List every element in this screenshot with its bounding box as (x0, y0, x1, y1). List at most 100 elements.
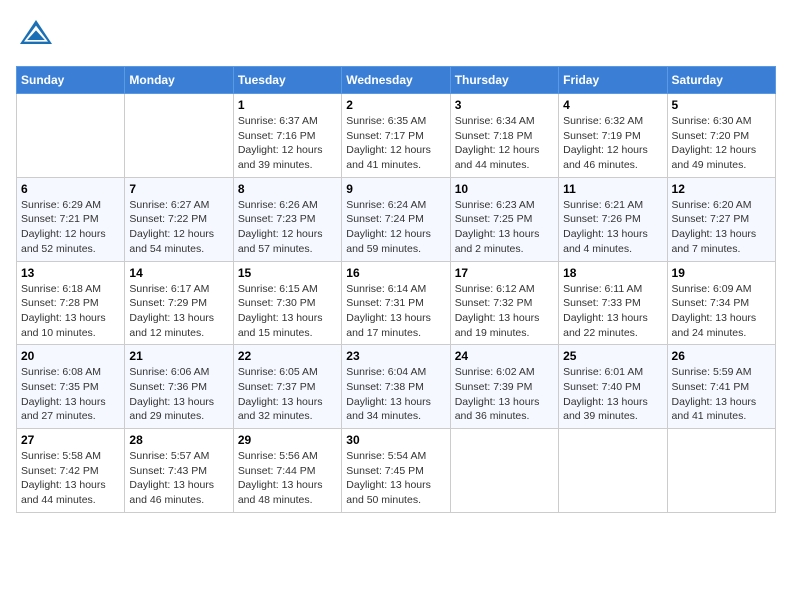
day-number: 24 (455, 349, 554, 363)
calendar-cell: 24 Sunrise: 6:02 AM Sunset: 7:39 PM Dayli… (450, 345, 558, 429)
calendar-cell (450, 429, 558, 513)
day-number: 12 (672, 182, 771, 196)
calendar-cell: 12 Sunrise: 6:20 AM Sunset: 7:27 PM Dayli… (667, 177, 775, 261)
calendar-cell: 22Sunrise: 6:05 AM Sunset: 7:37 PM Dayli… (233, 345, 341, 429)
day-info: Sunrise: 6:04 AM Sunset: 7:38 PM Dayligh… (346, 365, 445, 424)
day-info: Sunrise: 6:15 AM Sunset: 7:30 PM Dayligh… (238, 282, 337, 341)
day-info: Sunrise: 5:57 AM Sunset: 7:43 PM Dayligh… (129, 449, 228, 508)
calendar-day-header: Tuesday (233, 67, 341, 94)
day-info: Sunrise: 6:37 AM Sunset: 7:16 PM Dayligh… (238, 114, 337, 173)
calendar-cell: 4 Sunrise: 6:32 AM Sunset: 7:19 PM Daylig… (559, 94, 667, 178)
day-info: Sunrise: 6:18 AM Sunset: 7:28 PM Dayligh… (21, 282, 120, 341)
day-number: 14 (129, 266, 228, 280)
day-number: 19 (672, 266, 771, 280)
day-info: Sunrise: 5:59 AM Sunset: 7:41 PM Dayligh… (672, 365, 771, 424)
day-number: 27 (21, 433, 120, 447)
day-info: Sunrise: 6:11 AM Sunset: 7:33 PM Dayligh… (563, 282, 662, 341)
day-number: 2 (346, 98, 445, 112)
day-number: 8 (238, 182, 337, 196)
calendar-cell (559, 429, 667, 513)
day-info: Sunrise: 6:05 AM Sunset: 7:37 PM Dayligh… (238, 365, 337, 424)
calendar-cell: 23 Sunrise: 6:04 AM Sunset: 7:38 PM Dayli… (342, 345, 450, 429)
calendar-cell: 11 Sunrise: 6:21 AM Sunset: 7:26 PM Dayli… (559, 177, 667, 261)
day-number: 7 (129, 182, 228, 196)
day-number: 23 (346, 349, 445, 363)
day-number: 29 (238, 433, 337, 447)
calendar-cell: 18 Sunrise: 6:11 AM Sunset: 7:33 PM Dayli… (559, 261, 667, 345)
calendar-day-header: Friday (559, 67, 667, 94)
day-info: Sunrise: 6:09 AM Sunset: 7:34 PM Dayligh… (672, 282, 771, 341)
calendar-cell: 25 Sunrise: 6:01 AM Sunset: 7:40 PM Dayli… (559, 345, 667, 429)
calendar-cell: 14 Sunrise: 6:17 AM Sunset: 7:29 PM Dayli… (125, 261, 233, 345)
day-number: 10 (455, 182, 554, 196)
calendar-cell: 26 Sunrise: 5:59 AM Sunset: 7:41 PM Dayli… (667, 345, 775, 429)
day-number: 26 (672, 349, 771, 363)
day-info: Sunrise: 5:56 AM Sunset: 7:44 PM Dayligh… (238, 449, 337, 508)
calendar-cell: 3 Sunrise: 6:34 AM Sunset: 7:18 PM Daylig… (450, 94, 558, 178)
day-number: 6 (21, 182, 120, 196)
day-number: 4 (563, 98, 662, 112)
day-info: Sunrise: 6:30 AM Sunset: 7:20 PM Dayligh… (672, 114, 771, 173)
day-info: Sunrise: 6:08 AM Sunset: 7:35 PM Dayligh… (21, 365, 120, 424)
calendar-cell: 27 Sunrise: 5:58 AM Sunset: 7:42 PM Dayli… (17, 429, 125, 513)
calendar-cell: 13 Sunrise: 6:18 AM Sunset: 7:28 PM Dayli… (17, 261, 125, 345)
day-info: Sunrise: 6:21 AM Sunset: 7:26 PM Dayligh… (563, 198, 662, 257)
calendar-cell: 29 Sunrise: 5:56 AM Sunset: 7:44 PM Dayli… (233, 429, 341, 513)
day-number: 18 (563, 266, 662, 280)
calendar-cell: 7 Sunrise: 6:27 AM Sunset: 7:22 PM Daylig… (125, 177, 233, 261)
day-info: Sunrise: 6:34 AM Sunset: 7:18 PM Dayligh… (455, 114, 554, 173)
calendar-table: SundayMondayTuesdayWednesdayThursdayFrid… (16, 66, 776, 513)
logo-icon (16, 16, 56, 56)
day-number: 15 (238, 266, 337, 280)
calendar-day-header: Wednesday (342, 67, 450, 94)
calendar-week-row: 27 Sunrise: 5:58 AM Sunset: 7:42 PM Dayli… (17, 429, 776, 513)
calendar-cell: 9 Sunrise: 6:24 AM Sunset: 7:24 PM Daylig… (342, 177, 450, 261)
day-info: Sunrise: 6:06 AM Sunset: 7:36 PM Dayligh… (129, 365, 228, 424)
calendar-day-header: Thursday (450, 67, 558, 94)
day-info: Sunrise: 6:27 AM Sunset: 7:22 PM Dayligh… (129, 198, 228, 257)
day-info: Sunrise: 5:54 AM Sunset: 7:45 PM Dayligh… (346, 449, 445, 508)
day-number: 17 (455, 266, 554, 280)
day-info: Sunrise: 6:02 AM Sunset: 7:39 PM Dayligh… (455, 365, 554, 424)
day-info: Sunrise: 6:23 AM Sunset: 7:25 PM Dayligh… (455, 198, 554, 257)
calendar-week-row: 13 Sunrise: 6:18 AM Sunset: 7:28 PM Dayli… (17, 261, 776, 345)
day-info: Sunrise: 6:35 AM Sunset: 7:17 PM Dayligh… (346, 114, 445, 173)
calendar-cell: 1 Sunrise: 6:37 AM Sunset: 7:16 PM Daylig… (233, 94, 341, 178)
calendar-cell: 8 Sunrise: 6:26 AM Sunset: 7:23 PM Daylig… (233, 177, 341, 261)
calendar-day-header: Monday (125, 67, 233, 94)
day-info: Sunrise: 6:24 AM Sunset: 7:24 PM Dayligh… (346, 198, 445, 257)
day-info: Sunrise: 6:12 AM Sunset: 7:32 PM Dayligh… (455, 282, 554, 341)
day-number: 21 (129, 349, 228, 363)
day-number: 5 (672, 98, 771, 112)
day-number: 25 (563, 349, 662, 363)
logo (16, 16, 60, 56)
calendar-week-row: 1 Sunrise: 6:37 AM Sunset: 7:16 PM Daylig… (17, 94, 776, 178)
day-number: 9 (346, 182, 445, 196)
calendar-cell: 17 Sunrise: 6:12 AM Sunset: 7:32 PM Dayli… (450, 261, 558, 345)
day-info: Sunrise: 6:26 AM Sunset: 7:23 PM Dayligh… (238, 198, 337, 257)
day-number: 13 (21, 266, 120, 280)
calendar-cell: 6 Sunrise: 6:29 AM Sunset: 7:21 PM Daylig… (17, 177, 125, 261)
day-info: Sunrise: 5:58 AM Sunset: 7:42 PM Dayligh… (21, 449, 120, 508)
calendar-cell: 10 Sunrise: 6:23 AM Sunset: 7:25 PM Dayli… (450, 177, 558, 261)
day-info: Sunrise: 6:17 AM Sunset: 7:29 PM Dayligh… (129, 282, 228, 341)
calendar-cell: 5 Sunrise: 6:30 AM Sunset: 7:20 PM Daylig… (667, 94, 775, 178)
day-number: 30 (346, 433, 445, 447)
day-number: 16 (346, 266, 445, 280)
day-number: 11 (563, 182, 662, 196)
day-number: 3 (455, 98, 554, 112)
calendar-cell (125, 94, 233, 178)
calendar-cell: 30 Sunrise: 5:54 AM Sunset: 7:45 PM Dayli… (342, 429, 450, 513)
calendar-day-header: Saturday (667, 67, 775, 94)
day-info: Sunrise: 6:32 AM Sunset: 7:19 PM Dayligh… (563, 114, 662, 173)
day-info: Sunrise: 6:20 AM Sunset: 7:27 PM Dayligh… (672, 198, 771, 257)
calendar-week-row: 20Sunrise: 6:08 AM Sunset: 7:35 PM Dayli… (17, 345, 776, 429)
calendar-day-header: Sunday (17, 67, 125, 94)
calendar-cell: 15 Sunrise: 6:15 AM Sunset: 7:30 PM Dayli… (233, 261, 341, 345)
calendar-cell: 28 Sunrise: 5:57 AM Sunset: 7:43 PM Dayli… (125, 429, 233, 513)
calendar-cell (17, 94, 125, 178)
day-number: 1 (238, 98, 337, 112)
day-info: Sunrise: 6:01 AM Sunset: 7:40 PM Dayligh… (563, 365, 662, 424)
day-info: Sunrise: 6:29 AM Sunset: 7:21 PM Dayligh… (21, 198, 120, 257)
day-number: 28 (129, 433, 228, 447)
